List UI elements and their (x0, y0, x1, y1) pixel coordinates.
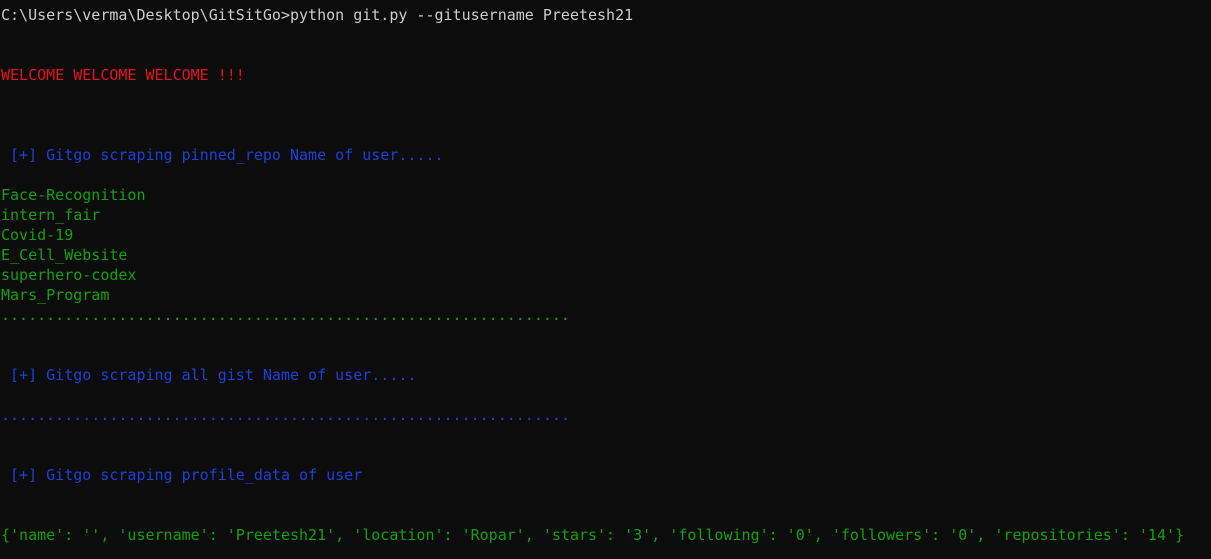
pinned-repo-item: Mars_Program (1, 286, 110, 304)
gist-section-header: [+] Gitgo scraping all gist Name of user… (1, 366, 417, 384)
divider-green: ........................................… (1, 306, 570, 324)
pinned-repo-section-header: [+] Gitgo scraping pinned_repo Name of u… (1, 146, 444, 164)
profile-section-header: [+] Gitgo scraping profile_data of user (1, 466, 363, 484)
pinned-repo-item: superhero-codex (1, 266, 137, 284)
divider-blue: ........................................… (1, 406, 570, 424)
pinned-repo-item: intern_fair (1, 206, 101, 224)
terminal-window[interactable]: C:\Users\verma\Desktop\GitSitGo>python g… (0, 0, 1211, 559)
pinned-repo-item: E_Cell_Website (1, 246, 128, 264)
pinned-repo-item: Covid-19 (1, 226, 74, 244)
command-line: C:\Users\verma\Desktop\GitSitGo>python g… (1, 6, 634, 24)
welcome-banner: WELCOME WELCOME WELCOME !!! (1, 66, 245, 84)
pinned-repo-item: Face-Recognition (1, 186, 146, 204)
profile-data-output: {'name': '', 'username': 'Preetesh21', '… (1, 526, 1185, 544)
